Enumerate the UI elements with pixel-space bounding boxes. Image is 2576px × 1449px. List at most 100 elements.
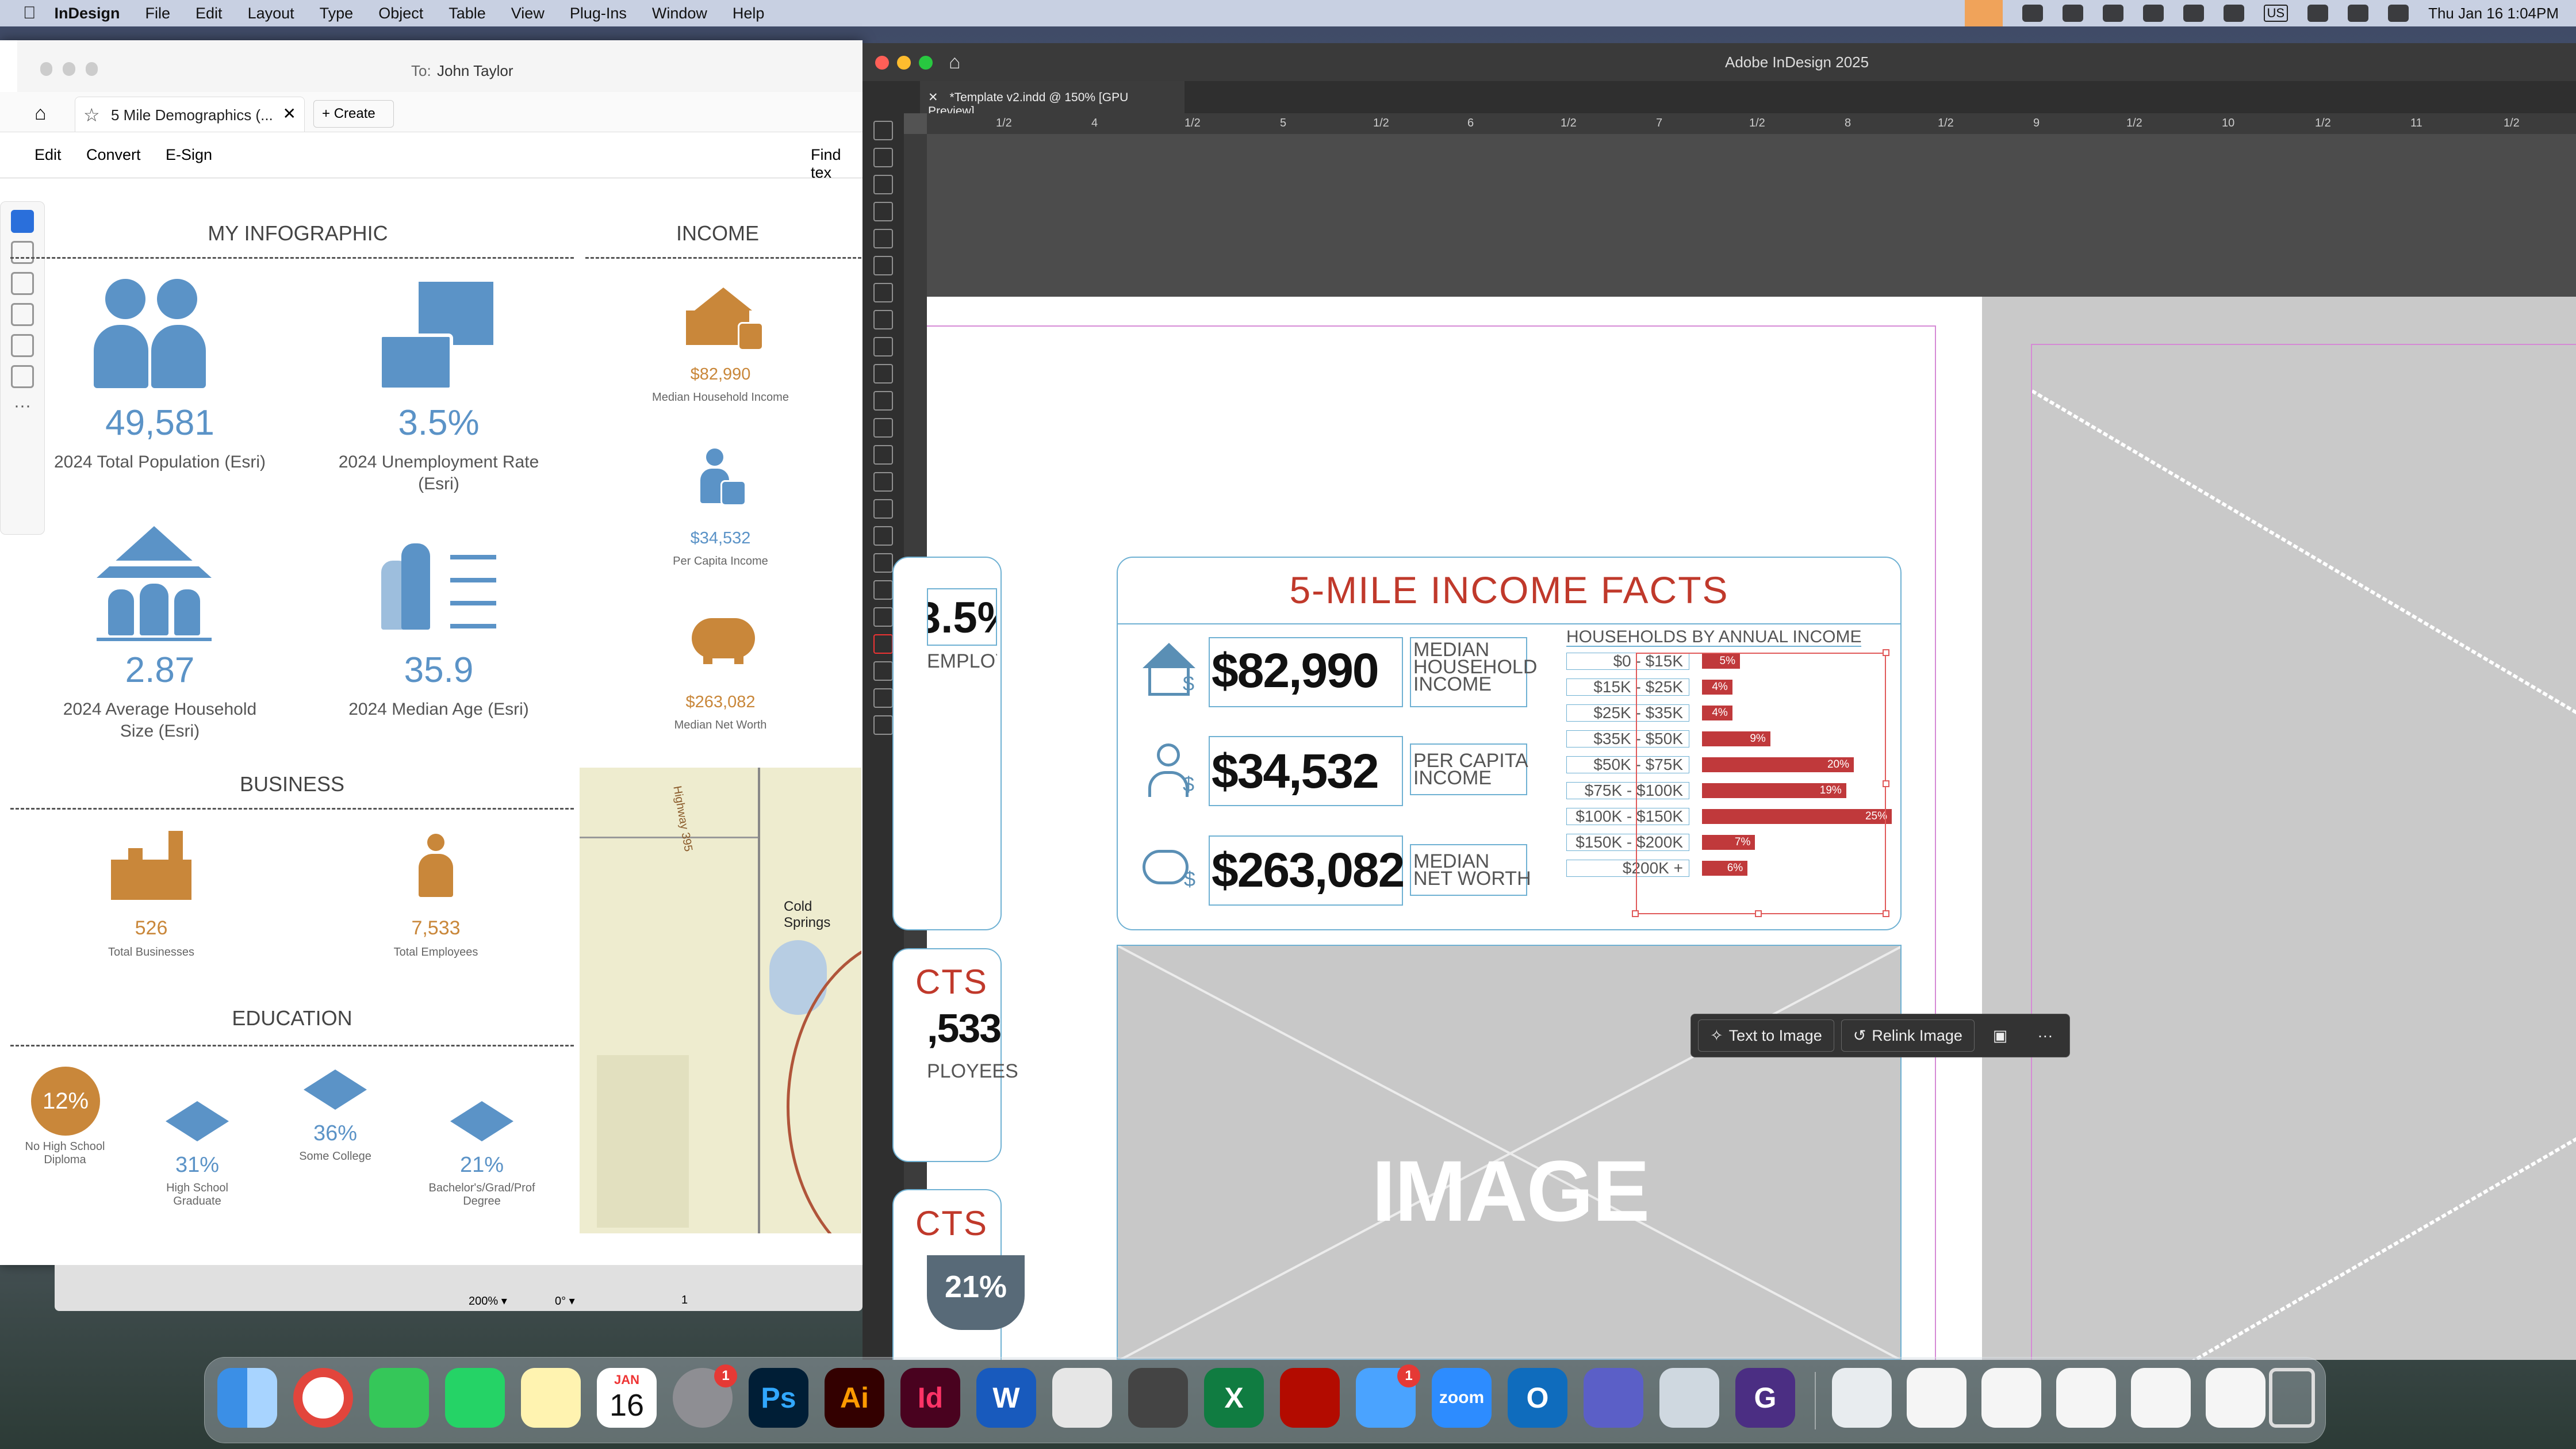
screen-mode-icon[interactable] xyxy=(873,715,893,735)
resize-handle[interactable] xyxy=(1755,910,1762,917)
content-collector-icon[interactable] xyxy=(873,229,893,248)
preview-icon[interactable] xyxy=(1659,1368,1719,1428)
menu-plugins[interactable]: Plug-Ins xyxy=(570,5,627,22)
control-center-icon[interactable] xyxy=(2348,5,2369,22)
zoom-icon[interactable]: zoom xyxy=(1432,1368,1492,1428)
line-tool-icon[interactable] xyxy=(873,283,893,302)
email-to-name[interactable]: John Taylor xyxy=(437,62,513,80)
menu-object[interactable]: Object xyxy=(378,5,423,22)
formatting-icon[interactable] xyxy=(873,661,893,681)
recent-document-thumbnail[interactable] xyxy=(2056,1368,2116,1428)
document-tab[interactable]: ✕ *Template v2.indd @ 150% [GPU Preview] xyxy=(920,81,1184,118)
note-tool-icon[interactable] xyxy=(873,526,893,546)
recent-document-thumbnail[interactable] xyxy=(1832,1368,1892,1428)
acrobat-icon[interactable] xyxy=(1280,1368,1340,1428)
rectangle-frame-tool-icon[interactable] xyxy=(873,364,893,384)
trash-icon[interactable] xyxy=(2269,1368,2315,1428)
creative-cloud-icon[interactable] xyxy=(2142,5,2164,22)
create-button[interactable]: + Create xyxy=(313,100,394,128)
map[interactable]: Highway 395 Cold Springs xyxy=(580,768,861,1233)
screenshot-icon[interactable] xyxy=(1052,1368,1112,1428)
free-transform-tool-icon[interactable] xyxy=(873,445,893,465)
selection-tool-icon[interactable] xyxy=(873,121,893,140)
calendar-icon[interactable]: JAN 16 xyxy=(597,1368,657,1428)
direct-selection-tool-icon[interactable] xyxy=(873,148,893,167)
menu-table[interactable]: Table xyxy=(448,5,486,22)
teams-icon[interactable] xyxy=(1584,1368,1643,1428)
word-icon[interactable]: W xyxy=(976,1368,1036,1428)
recent-document-thumbnail[interactable] xyxy=(2131,1368,2191,1428)
battery-icon[interactable] xyxy=(2183,5,2204,22)
toolbar-edit[interactable]: Edit xyxy=(34,146,62,164)
pencil-tool-icon[interactable] xyxy=(873,337,893,356)
outlook-icon[interactable]: O xyxy=(1508,1368,1567,1428)
eyedropper-tool-icon[interactable] xyxy=(873,553,893,573)
zoom-dropdown[interactable]: 200% ▾ xyxy=(469,1294,538,1310)
search-icon[interactable] xyxy=(2307,5,2329,22)
menu-window[interactable]: Window xyxy=(652,5,707,22)
home-icon[interactable]: ⌂ xyxy=(949,51,961,74)
type-tool-icon[interactable] xyxy=(873,256,893,275)
page-tool-icon[interactable] xyxy=(873,175,893,194)
scissors-tool-icon[interactable] xyxy=(873,418,893,438)
grammarly-icon[interactable]: G xyxy=(1735,1368,1795,1428)
fill-stroke-icon[interactable] xyxy=(873,634,893,654)
calculator-icon[interactable] xyxy=(1128,1368,1188,1428)
chrome-icon[interactable] xyxy=(293,1368,353,1428)
resize-handle[interactable] xyxy=(1883,910,1889,917)
recent-document-thumbnail[interactable] xyxy=(1981,1368,2041,1428)
rectangle-tool-icon[interactable] xyxy=(873,391,893,411)
finder-icon[interactable] xyxy=(217,1368,277,1428)
whatsapp-icon[interactable] xyxy=(445,1368,505,1428)
photoshop-icon[interactable]: Ps xyxy=(749,1368,808,1428)
text-to-image-button[interactable]: ✧ Text to Image xyxy=(1698,1019,1834,1052)
home-icon[interactable]: ⌂ xyxy=(34,102,47,125)
pen-tool-icon[interactable] xyxy=(873,310,893,329)
menu-type[interactable]: Type xyxy=(320,5,354,22)
gap-tool-icon[interactable] xyxy=(873,202,893,221)
resize-handle[interactable] xyxy=(1632,910,1639,917)
clipboard-icon[interactable] xyxy=(2102,5,2123,22)
selected-image-frame[interactable] xyxy=(1636,653,1886,914)
recent-document-thumbnail[interactable] xyxy=(2206,1368,2266,1428)
menu-clock[interactable]: Thu Jan 16 1:04PM xyxy=(2428,5,2559,22)
menu-app-name[interactable]: InDesign xyxy=(55,5,120,22)
rotation-dropdown[interactable]: 0° ▾ xyxy=(555,1294,624,1310)
hand-tool-icon[interactable] xyxy=(873,580,893,600)
mail-icon[interactable]: 1 xyxy=(1356,1364,1420,1428)
gradient-feather-tool-icon[interactable] xyxy=(873,499,893,519)
system-settings-icon[interactable]: 1 xyxy=(673,1364,737,1428)
more-options-button[interactable]: ··· xyxy=(2026,1019,2064,1052)
page-number[interactable]: 1 xyxy=(681,1294,716,1310)
menu-help[interactable]: Help xyxy=(733,5,765,22)
illustrator-icon[interactable]: Ai xyxy=(825,1368,884,1428)
image-placeholder-frame[interactable]: IMAGE xyxy=(1117,945,1902,1360)
star-icon[interactable]: ☆ xyxy=(83,104,100,126)
relink-image-button[interactable]: ↺ Relink Image xyxy=(1841,1019,1975,1052)
recent-document-thumbnail[interactable] xyxy=(1907,1368,1966,1428)
menu-view[interactable]: View xyxy=(511,5,545,22)
indesign-icon[interactable]: Id xyxy=(900,1368,960,1428)
microphone-icon[interactable] xyxy=(1964,0,2003,26)
zoom-tool-icon[interactable] xyxy=(873,607,893,627)
document-tab[interactable]: ☆ 5 Mile Demographics (... ✕ xyxy=(75,97,305,132)
close-tab-icon[interactable]: ✕ xyxy=(928,91,938,104)
toolbar-convert[interactable]: Convert xyxy=(86,146,141,164)
grammarly-status-icon[interactable] xyxy=(2062,5,2083,22)
toolbar-esign[interactable]: E-Sign xyxy=(166,146,212,164)
close-button[interactable] xyxy=(875,56,889,70)
close-tab-icon[interactable]: ✕ xyxy=(283,104,296,123)
apply-none-icon[interactable] xyxy=(873,688,893,708)
menu-file[interactable]: File xyxy=(145,5,171,22)
fit-frame-button[interactable]: ▣ xyxy=(1981,1019,2019,1052)
menu-layout[interactable]: Layout xyxy=(248,5,294,22)
maximize-button[interactable] xyxy=(919,56,933,70)
minimize-button[interactable] xyxy=(897,56,911,70)
menu-edit[interactable]: Edit xyxy=(195,5,223,22)
siri-icon[interactable] xyxy=(2388,5,2409,22)
apple-icon[interactable]:  xyxy=(23,3,36,23)
excel-icon[interactable]: X xyxy=(1204,1368,1264,1428)
resize-handle[interactable] xyxy=(1883,780,1889,787)
find-text[interactable]: Find tex xyxy=(811,146,862,182)
zoom-status-icon[interactable] xyxy=(2022,5,2043,22)
